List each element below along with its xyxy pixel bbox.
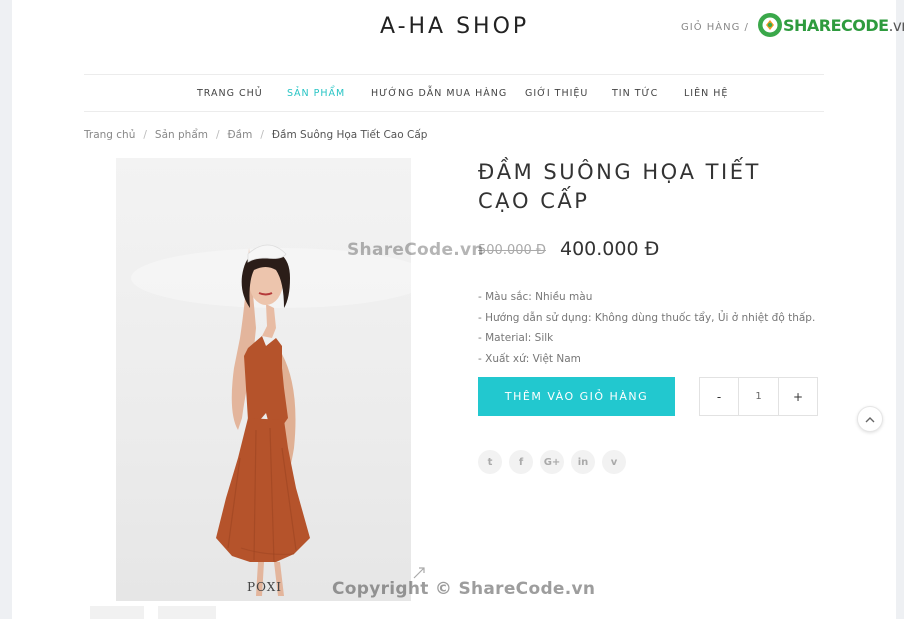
detail-origin: - Xuất xứ: Việt Nam	[478, 352, 581, 365]
product-photo-model	[131, 244, 411, 596]
sharecode-tld: .vn	[888, 16, 904, 35]
breadcrumb-home[interactable]: Trang chủ	[84, 129, 135, 141]
product-thumbnail[interactable]	[158, 606, 216, 619]
linkedin-icon[interactable]: in	[571, 450, 595, 474]
main-nav: TRANG CHỦ SẢN PHẨM HƯỚNG DẪN MUA HÀNG GI…	[84, 74, 824, 112]
cart-link[interactable]: GIỎ HÀNG /	[681, 22, 749, 33]
sharecode-logo-icon	[758, 13, 782, 37]
sharecode-logo-text: SHARECODE.vn	[783, 16, 904, 35]
breadcrumb-current: Đầm Suông Họa Tiết Cao Cấp	[271, 129, 428, 141]
current-price: 400.000 Đ	[560, 238, 660, 260]
product-title-line2: CẠO CẤP	[478, 189, 590, 213]
shop-logo[interactable]: A-HA SHOP	[380, 14, 529, 39]
quantity-input[interactable]: 1	[738, 378, 779, 415]
page-container: A-HA SHOP GIỎ HÀNG / SHARECODE.vn TRANG …	[12, 0, 904, 619]
breadcrumb: Trang chủ / Sản phẩm / Đầm / Đầm Suông Họa Tiế…	[84, 129, 427, 141]
scroll-to-top-button[interactable]	[857, 406, 883, 432]
quantity-increase-button[interactable]: +	[779, 378, 817, 415]
breadcrumb-separator: /	[260, 129, 264, 141]
social-share: t f G+ in v	[478, 450, 626, 474]
product-title-line1: ĐẦM SUÔNG HỌA TIẾT	[478, 160, 761, 184]
detail-care-instructions: - Hướng dẫn sử dụng: Không dùng thuốc tẩ…	[478, 311, 816, 324]
twitter-icon[interactable]: t	[478, 450, 502, 474]
breadcrumb-products[interactable]: Sản phẩm	[155, 129, 208, 141]
nav-item-about[interactable]: GIỚI THIỆU	[525, 88, 588, 99]
breadcrumb-separator: /	[143, 129, 147, 141]
watermark-copyright: Copyright © ShareCode.vn	[332, 579, 596, 599]
product-details: - Màu sắc: Nhiều màu - Hướng dẫn sử dụng…	[478, 287, 815, 369]
chevron-up-icon	[865, 416, 875, 422]
quantity-stepper: - 1 +	[699, 377, 818, 416]
add-to-cart-button[interactable]: THÊM VÀO GIỎ HÀNG	[478, 377, 675, 416]
expand-image-icon[interactable]	[412, 566, 426, 580]
google-plus-icon[interactable]: G+	[540, 450, 564, 474]
product-main-image[interactable]: POXI	[116, 158, 411, 601]
breadcrumb-dresses[interactable]: Đầm	[228, 129, 253, 141]
nav-item-shopping-guide[interactable]: HƯỚNG DẪN MUA HÀNG	[371, 88, 507, 99]
facebook-icon[interactable]: f	[509, 450, 533, 474]
nav-item-contact[interactable]: LIÊN HỆ	[684, 88, 728, 99]
product-thumbnail[interactable]	[90, 606, 144, 619]
quantity-decrease-button[interactable]: -	[700, 378, 738, 415]
nav-item-news[interactable]: TIN TỨC	[612, 88, 658, 99]
watermark-center: ShareCode.vn	[347, 240, 484, 260]
detail-color: - Màu sắc: Nhiều màu	[478, 291, 593, 303]
sharecode-watermark-logo: SHARECODE.vn	[757, 12, 904, 38]
detail-material: - Material: Silk	[478, 332, 554, 344]
product-image-caption: POXI	[247, 580, 282, 594]
product-title: ĐẦM SUÔNG HỌA TIẾT CẠO CẤP	[478, 158, 798, 216]
vimeo-icon[interactable]: v	[602, 450, 626, 474]
sharecode-brand: SHARECODE	[783, 15, 889, 35]
nav-item-home[interactable]: TRANG CHỦ	[197, 88, 263, 99]
nav-item-products[interactable]: SẢN PHẨM	[287, 88, 345, 99]
breadcrumb-separator: /	[216, 129, 220, 141]
old-price: 500.000 Đ	[478, 243, 546, 258]
